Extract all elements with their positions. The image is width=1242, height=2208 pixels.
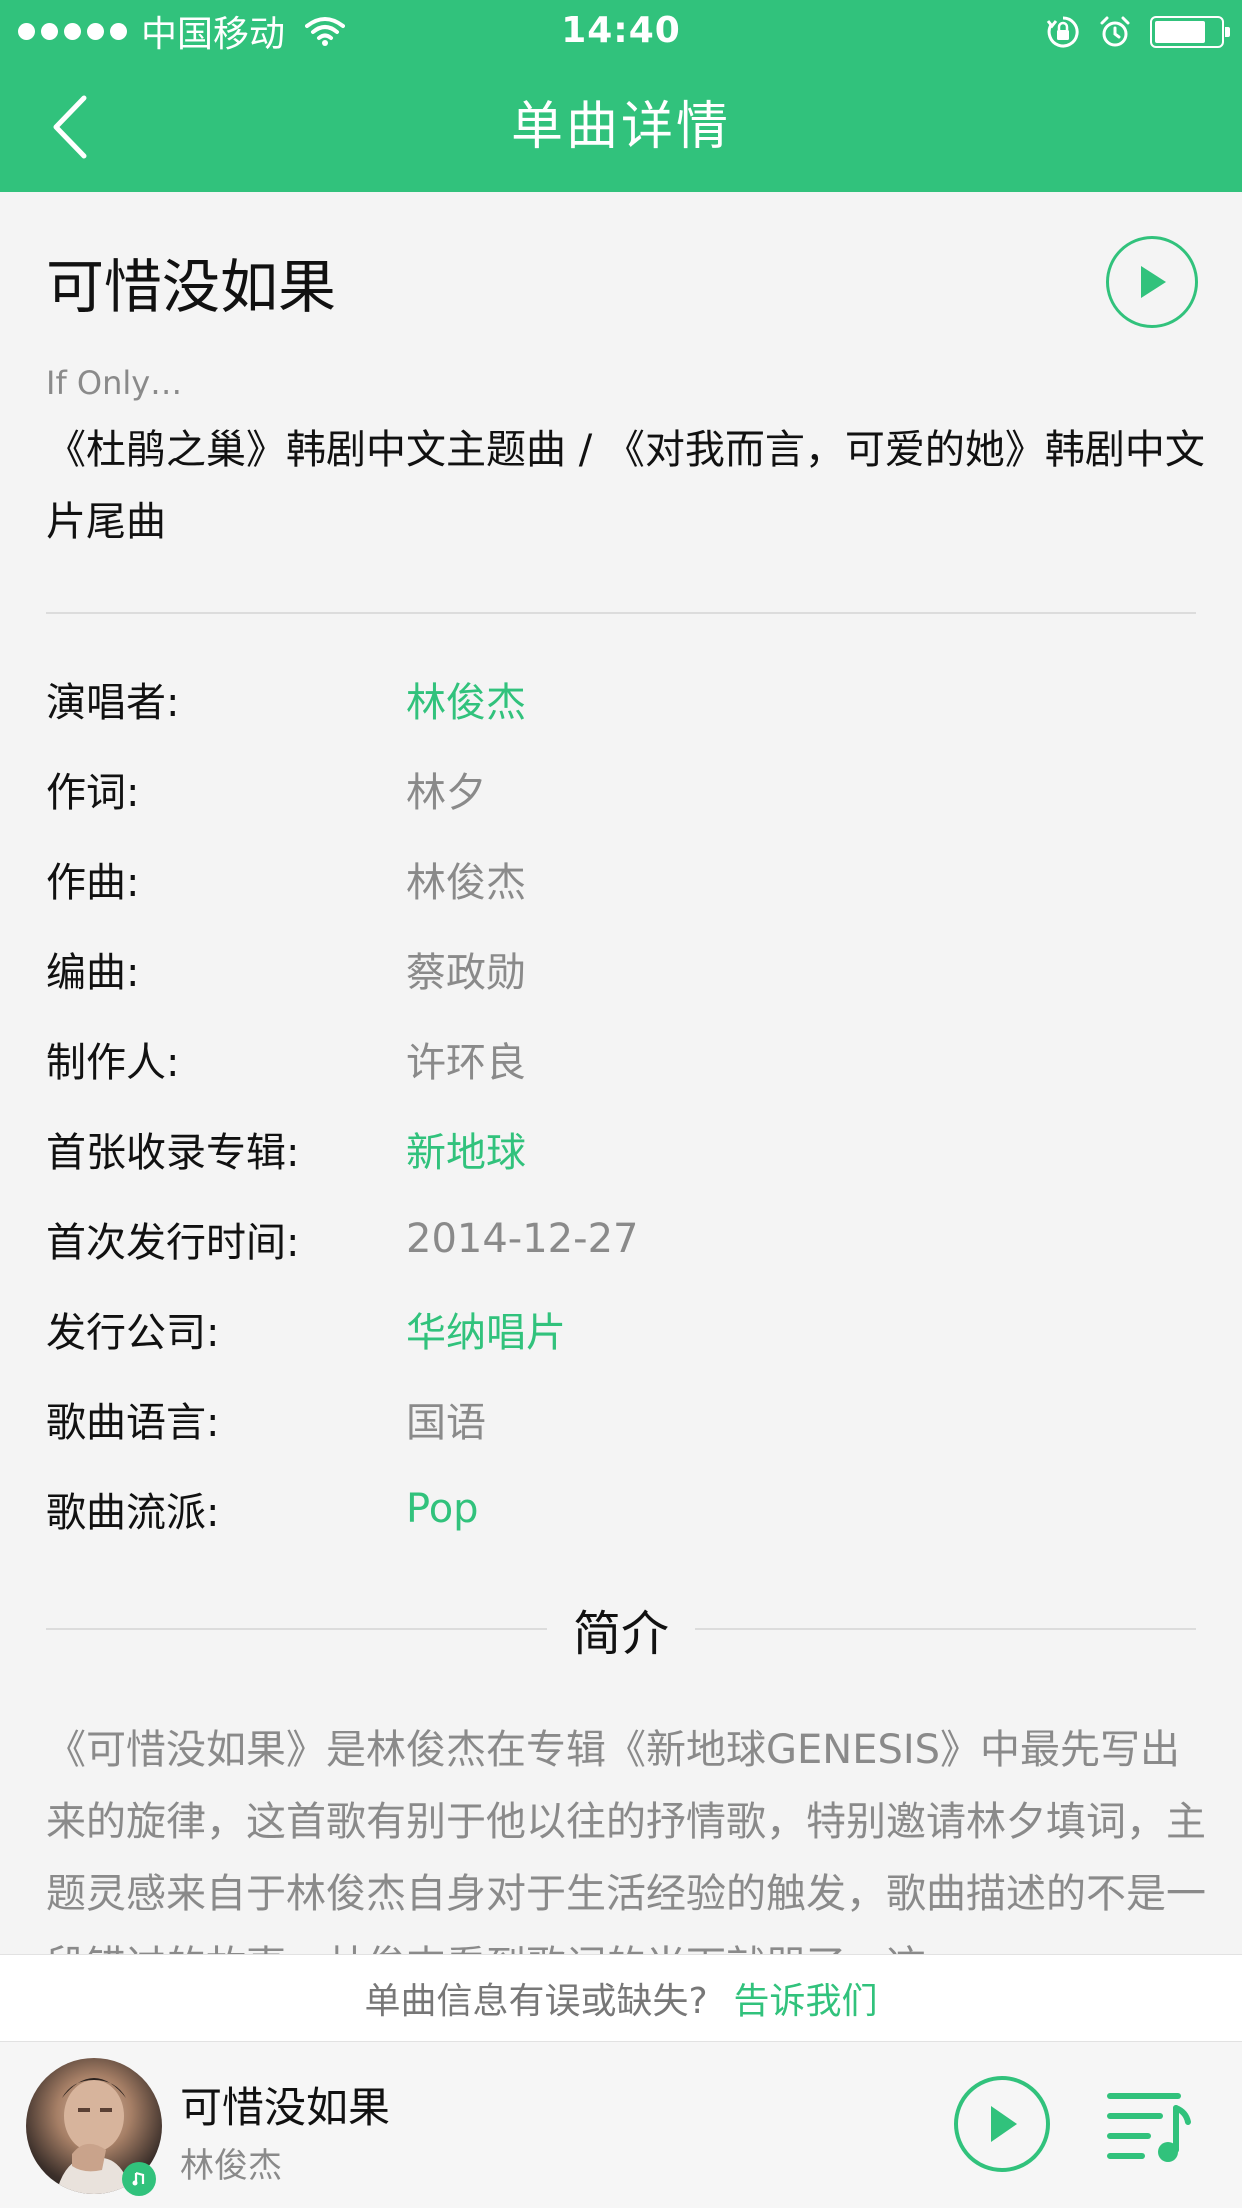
info-value: 林俊杰 (406, 860, 526, 906)
info-value: 国语 (406, 1400, 486, 1446)
play-song-button[interactable] (1106, 236, 1198, 328)
info-label: 首张收录专辑: (46, 1130, 300, 1176)
info-row: 歌曲语言: 国语 (46, 1374, 1196, 1464)
info-value: 许环良 (406, 1040, 526, 1086)
info-row: 作曲: 林俊杰 (46, 834, 1196, 924)
info-row: 首张收录专辑: 新地球 (46, 1104, 1196, 1194)
info-row: 作词: 林夕 (46, 744, 1196, 834)
song-subtitle: 《杜鹃之巢》韩剧中文主题曲 / 《对我而言，可爱的她》韩剧中文片尾曲 (46, 427, 1205, 545)
info-row: 制作人: 许环良 (46, 1014, 1196, 1104)
info-value-link[interactable]: 新地球 (406, 1120, 526, 1178)
playlist-icon (1107, 2093, 1191, 2162)
alarm-icon (1100, 16, 1130, 47)
playlist-button[interactable] (1104, 2084, 1192, 2168)
battery-icon (1150, 16, 1230, 48)
divider (46, 612, 1196, 614)
info-value: 蔡政勋 (406, 950, 526, 996)
back-button[interactable] (40, 90, 100, 164)
info-value-link[interactable]: 华纳唱片 (406, 1300, 566, 1358)
report-prompt: 单曲信息有误或缺失? (364, 1981, 708, 2022)
status-bar: 中国移动 14:40 (0, 0, 1242, 62)
info-value: 林夕 (406, 770, 486, 816)
page-title: 单曲详情 (510, 97, 731, 157)
info-row: 编曲: 蔡政勋 (46, 924, 1196, 1014)
info-label: 歌曲流派: (46, 1490, 220, 1536)
qq-music-badge-icon (122, 2162, 156, 2196)
info-label: 作词: (46, 770, 140, 816)
info-label: 作曲: (46, 860, 140, 906)
song-info-list: 演唱者: 林俊杰 作词: 林夕 作曲: 林俊杰 编曲: 蔡政勋 制作人: 许环良 首张收录专辑: 新地… (46, 654, 1196, 1554)
info-label: 歌曲语言: (46, 1400, 220, 1446)
play-icon (1141, 266, 1166, 298)
intro-heading-label: 简介 (573, 1606, 670, 1662)
intro-heading: 简介 (46, 1594, 1197, 1664)
info-value-link[interactable]: 林俊杰 (406, 670, 526, 728)
orientation-lock-icon (1046, 16, 1079, 48)
report-link[interactable]: 告诉我们 (734, 1972, 878, 2024)
info-label: 编曲: (46, 950, 140, 996)
song-alt-title: If Only… (46, 364, 183, 402)
info-value-link[interactable]: Pop (406, 1486, 479, 1532)
info-value: 2014-12-27 (406, 1216, 639, 1262)
info-row: 发行公司: 华纳唱片 (46, 1284, 1196, 1374)
info-row: 演唱者: 林俊杰 (46, 654, 1196, 744)
mini-player[interactable]: 可惜没如果 林俊杰 (0, 2042, 1242, 2208)
song-title: 可惜没如果 (46, 253, 337, 321)
info-row: 歌曲流派: Pop (46, 1464, 1196, 1554)
info-label: 制作人: (46, 1040, 180, 1086)
status-right (1046, 12, 1230, 52)
info-label: 发行公司: (46, 1310, 220, 1356)
nav-bar: 单曲详情 (0, 62, 1242, 192)
info-label: 首次发行时间: (46, 1220, 300, 1266)
intro-text: 《可惜没如果》是林俊杰在专辑《新地球GENESIS》中最先写出来的旋律，这首歌有… (46, 1727, 1206, 1954)
report-bar: 单曲信息有误或缺失? 告诉我们 (0, 1954, 1242, 2042)
chevron-left-icon (53, 95, 87, 159)
player-song-title: 可惜没如果 (180, 2083, 391, 2132)
player-play-button[interactable] (954, 2076, 1050, 2172)
info-row: 首次发行时间: 2014-12-27 (46, 1194, 1196, 1284)
play-icon (991, 2106, 1017, 2142)
player-artist: 林俊杰 (180, 2146, 282, 2186)
info-label: 演唱者: (46, 680, 180, 726)
